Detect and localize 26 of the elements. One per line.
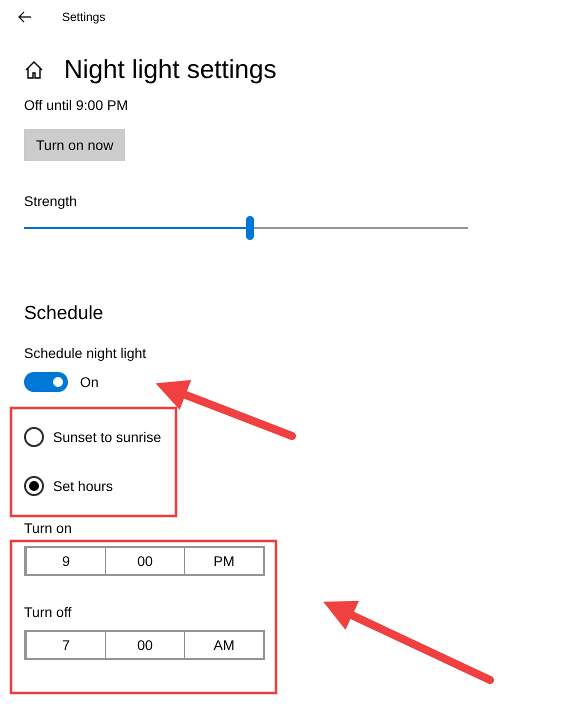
time-label: Turn off	[24, 604, 72, 620]
radio-button[interactable]	[24, 476, 44, 496]
slider-thumb[interactable]	[246, 216, 254, 240]
radio-label: Sunset to sunrise	[53, 429, 162, 445]
time-label: Turn on	[24, 520, 73, 536]
turn-on-button[interactable]: Turn on now	[24, 129, 126, 161]
minute-cell: 00	[105, 632, 184, 658]
radio-button[interactable]	[24, 427, 44, 447]
time-picker[interactable]: 7 00 AM	[24, 630, 265, 660]
strength-label: Strength	[24, 193, 78, 209]
toggle-state: On	[80, 374, 99, 390]
toggle-label: Schedule night light	[24, 345, 148, 361]
period-cell: AM	[184, 632, 263, 658]
home-icon	[24, 60, 44, 80]
period-cell: PM	[184, 548, 263, 574]
time-picker[interactable]: 9 00 PM	[24, 546, 265, 576]
minute-cell: 00	[105, 548, 184, 574]
hour-cell: 9	[26, 548, 105, 574]
window-title: Settings	[62, 10, 106, 24]
section-heading: Schedule	[24, 303, 104, 325]
toggle-switch[interactable]	[24, 372, 68, 392]
page-title: Night light settings	[64, 54, 276, 85]
hour-cell: 7	[26, 632, 105, 658]
radio-label: Set hours	[53, 478, 113, 494]
status-text: Off until 9:00 PM	[24, 97, 130, 113]
back-icon[interactable]	[18, 11, 32, 23]
